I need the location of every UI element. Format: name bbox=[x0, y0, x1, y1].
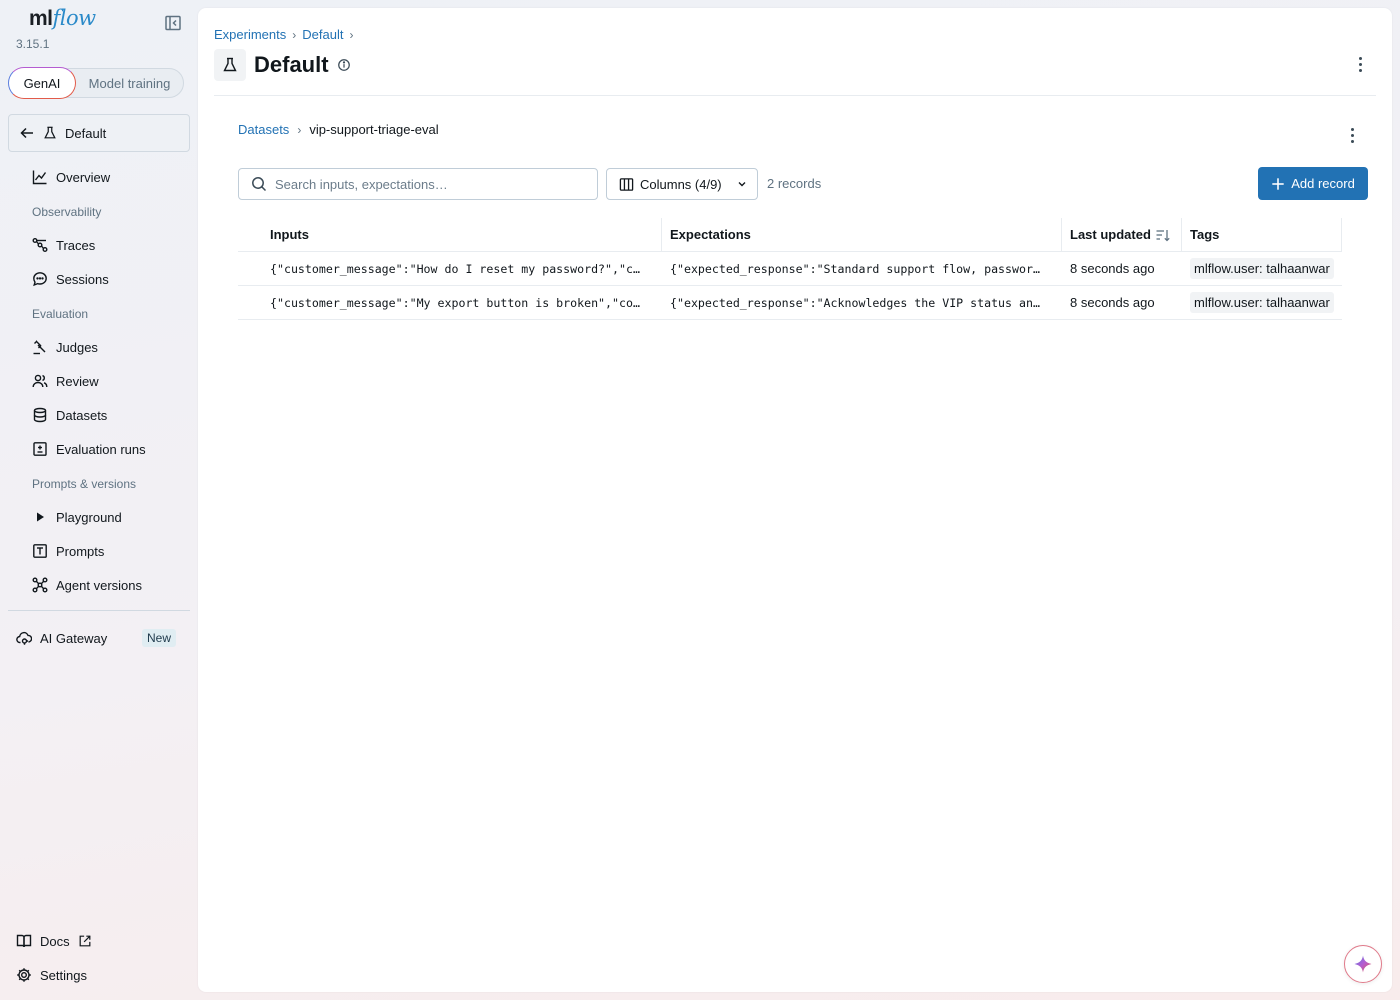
table-row[interactable]: {"customer_message":"My export button is… bbox=[238, 286, 1342, 320]
arrow-left-icon bbox=[20, 127, 33, 139]
mode-model-training-tab[interactable]: Model training bbox=[76, 68, 183, 98]
dataset-name: vip-support-triage-eval bbox=[309, 122, 439, 137]
main-panel: Experiments › Default › Default Datasets… bbox=[198, 8, 1392, 992]
sidebar-item-prompts[interactable]: Prompts bbox=[32, 539, 104, 563]
header-last-updated[interactable]: Last updated bbox=[1062, 218, 1182, 251]
experiment-more-icon[interactable] bbox=[1350, 54, 1370, 74]
cell-expectations[interactable]: {"expected_response":"Acknowledges the V… bbox=[662, 286, 1062, 319]
traces-icon bbox=[32, 238, 48, 252]
row-spacer bbox=[238, 252, 262, 285]
sidebar-item-ai-gateway[interactable]: AI Gateway New bbox=[16, 626, 176, 650]
dataset-breadcrumb: Datasets › vip-support-triage-eval bbox=[238, 122, 439, 137]
chevron-right-icon: › bbox=[292, 27, 297, 42]
cell-last-updated: 8 seconds ago bbox=[1070, 261, 1155, 276]
breadcrumb-experiments[interactable]: Experiments bbox=[214, 27, 286, 42]
assistant-button[interactable] bbox=[1344, 945, 1382, 983]
evaluation-runs-icon bbox=[33, 442, 47, 456]
book-icon bbox=[16, 934, 32, 948]
tag-chip[interactable]: mlflow.user: talhaanwar bbox=[1190, 258, 1334, 279]
header-expectations[interactable]: Expectations bbox=[662, 218, 1062, 251]
chevron-right-icon: › bbox=[349, 27, 354, 42]
version-label: 3.15.1 bbox=[16, 37, 50, 51]
flask-icon bbox=[44, 126, 56, 139]
mode-toggle: GenAI Model training bbox=[8, 67, 184, 99]
sidebar-item-sessions[interactable]: Sessions bbox=[32, 267, 109, 291]
experiment-back-button[interactable]: Default bbox=[8, 114, 190, 152]
sidebar-item-judges[interactable]: Judges bbox=[32, 335, 98, 359]
new-badge: New bbox=[141, 629, 176, 647]
breadcrumb: Experiments › Default › bbox=[214, 27, 353, 42]
sort-descending-icon[interactable] bbox=[1155, 227, 1171, 243]
records-table: Inputs Expectations Last updated Tags {"… bbox=[238, 218, 1342, 320]
users-icon bbox=[32, 374, 48, 388]
cloud-gateway-icon bbox=[16, 631, 32, 645]
flask-icon bbox=[223, 57, 237, 72]
plus-icon bbox=[1272, 177, 1284, 190]
table-row[interactable]: {"customer_message":"How do I reset my p… bbox=[238, 252, 1342, 286]
search-input[interactable] bbox=[275, 176, 575, 192]
page-title: Default bbox=[254, 52, 329, 77]
search-icon bbox=[252, 177, 267, 192]
sidebar-item-agent-versions[interactable]: Agent versions bbox=[32, 573, 142, 597]
experiment-icon-box bbox=[214, 49, 246, 81]
header-spacer bbox=[238, 218, 262, 251]
table-header: Inputs Expectations Last updated Tags bbox=[238, 218, 1342, 252]
info-icon[interactable] bbox=[337, 58, 351, 72]
chevron-right-icon: › bbox=[297, 122, 302, 137]
columns-icon bbox=[619, 177, 634, 191]
cell-tags: mlflow.user: talhaanwar bbox=[1182, 286, 1342, 319]
section-observability: Observability bbox=[32, 205, 102, 219]
play-icon bbox=[37, 512, 44, 522]
cell-expectations[interactable]: {"expected_response":"Standard support f… bbox=[662, 252, 1062, 285]
collapse-sidebar-icon[interactable] bbox=[163, 13, 183, 33]
chevron-down-icon bbox=[738, 182, 746, 187]
sidebar-item-evaluation-runs[interactable]: Evaluation runs bbox=[32, 437, 146, 461]
sidebar-divider bbox=[8, 610, 190, 611]
tag-chip[interactable]: mlflow.user: talhaanwar bbox=[1190, 292, 1334, 313]
experiment-name: Default bbox=[65, 125, 107, 141]
sparkle-icon bbox=[1354, 955, 1372, 973]
cell-inputs[interactable]: {"customer_message":"My export button is… bbox=[262, 286, 662, 319]
sidebar-item-datasets[interactable]: Datasets bbox=[32, 403, 107, 427]
sidebar-item-traces[interactable]: Traces bbox=[32, 233, 95, 257]
row-spacer bbox=[238, 286, 262, 319]
chat-bubble-icon bbox=[33, 272, 47, 287]
agent-network-icon bbox=[32, 577, 48, 593]
cell-last-updated: 8 seconds ago bbox=[1070, 295, 1155, 310]
external-link-icon bbox=[79, 935, 91, 947]
header-inputs[interactable]: Inputs bbox=[262, 218, 662, 251]
prompt-text-icon bbox=[33, 544, 47, 558]
search-box bbox=[238, 168, 598, 200]
header-divider bbox=[214, 95, 1376, 96]
mode-genai-tab[interactable]: GenAI bbox=[8, 67, 76, 99]
breadcrumb-default[interactable]: Default bbox=[302, 27, 343, 42]
header-tags[interactable]: Tags bbox=[1182, 218, 1342, 251]
sidebar-item-docs[interactable]: Docs bbox=[16, 929, 92, 953]
section-evaluation: Evaluation bbox=[32, 307, 89, 321]
gear-icon bbox=[17, 968, 31, 982]
database-icon bbox=[33, 407, 47, 423]
chart-line-icon bbox=[32, 170, 47, 185]
sidebar-item-settings[interactable]: Settings bbox=[16, 963, 87, 987]
dataset-more-icon[interactable] bbox=[1342, 125, 1362, 145]
sidebar-item-playground[interactable]: Playground bbox=[32, 505, 122, 529]
section-prompts-versions: Prompts & versions bbox=[32, 477, 137, 491]
breadcrumb-datasets[interactable]: Datasets bbox=[238, 122, 289, 137]
records-count: 2 records bbox=[767, 176, 822, 191]
gavel-icon bbox=[33, 340, 46, 355]
cell-tags: mlflow.user: talhaanwar bbox=[1182, 252, 1342, 285]
page-header: Default bbox=[214, 49, 351, 81]
sidebar-item-overview[interactable]: Overview bbox=[32, 165, 110, 189]
sidebar-item-review[interactable]: Review bbox=[32, 369, 99, 393]
add-record-button[interactable]: Add record bbox=[1258, 167, 1368, 200]
mlflow-logo[interactable]: mlflow bbox=[29, 6, 96, 31]
columns-button[interactable]: Columns (4/9) bbox=[606, 168, 758, 200]
cell-inputs[interactable]: {"customer_message":"How do I reset my p… bbox=[262, 252, 662, 285]
sidebar: mlflow 3.15.1 GenAI Model training Defau… bbox=[0, 0, 198, 1000]
